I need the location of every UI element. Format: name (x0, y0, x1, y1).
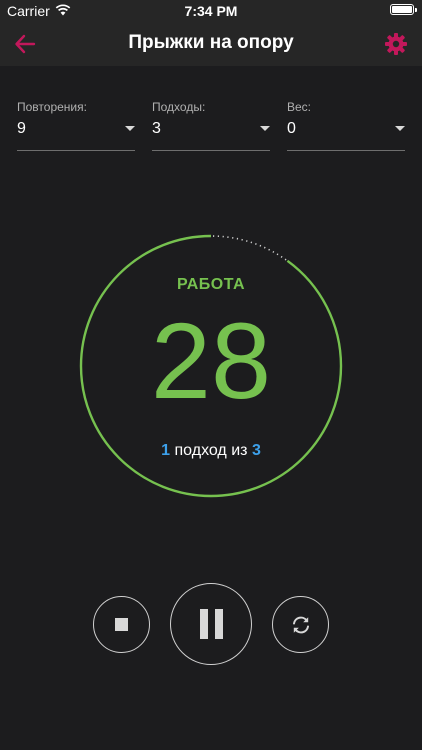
set-progress: 1 подход из 3 (79, 442, 343, 460)
current-set-number: 1 (161, 442, 171, 459)
weight-value: 0 (287, 120, 296, 137)
battery-level-fill (392, 6, 412, 13)
weight-label: Вес: (287, 100, 312, 114)
sets-value: 3 (152, 120, 161, 137)
sets-label: Подходы: (152, 100, 206, 114)
caret-down-icon (125, 126, 135, 131)
pause-button[interactable] (170, 583, 252, 665)
stop-button[interactable] (93, 596, 150, 653)
caret-down-icon (260, 126, 270, 131)
exercise-timer-screen: Carrier 7:34 PM Прыжки на опору Повторен… (0, 0, 422, 750)
set-separator-text: подход из (174, 442, 248, 459)
timer-ring: РАБОТА 28 1 подход из 3 (79, 234, 343, 498)
stop-icon (115, 618, 128, 631)
pause-icon (199, 609, 223, 639)
weight-dropdown[interactable]: Вес: 0 (287, 98, 405, 151)
countdown-seconds: 28 (150, 300, 272, 421)
phase-label: РАБОТА (176, 276, 246, 293)
back-button[interactable] (10, 30, 40, 58)
page-title: Прыжки на опору (128, 32, 294, 53)
gear-icon (385, 33, 407, 55)
exercise-parameters: Повторения: 9 Подходы: 3 Вес: 0 (17, 98, 406, 152)
repetitions-label: Повторения: (17, 100, 87, 114)
status-time: 7:34 PM (184, 3, 238, 19)
arrow-left-icon (15, 34, 36, 54)
repetitions-dropdown[interactable]: Повторения: 9 (17, 98, 135, 151)
reset-button[interactable] (272, 596, 329, 653)
repetitions-value: 9 (17, 120, 26, 137)
battery-icon (390, 4, 417, 15)
app-bar: Прыжки на опору (0, 22, 422, 66)
status-bar: Carrier 7:34 PM (0, 0, 422, 22)
settings-button[interactable] (382, 30, 410, 58)
refresh-icon (292, 616, 309, 633)
total-sets-number: 3 (251, 442, 261, 459)
caret-down-icon (395, 126, 405, 131)
sets-dropdown[interactable]: Подходы: 3 (152, 98, 270, 151)
